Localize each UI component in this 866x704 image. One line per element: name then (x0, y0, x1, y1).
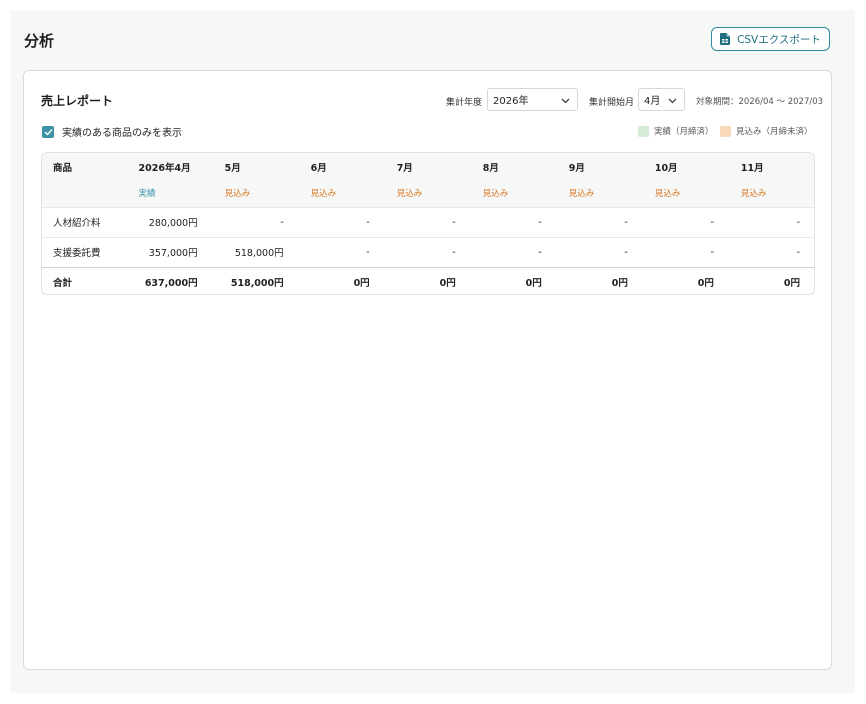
status-forecast: 見込み (310, 189, 337, 200)
total-value: 0円 (439, 278, 456, 290)
csv-export-label: CSVエクスポート (737, 33, 821, 46)
row-value: - (538, 216, 542, 228)
row-value: - (796, 216, 800, 228)
total-value: 0円 (783, 278, 800, 290)
row-product-name: 人材紹介料 (53, 218, 101, 229)
report-title: 売上レポート (41, 94, 114, 108)
header-month: 8月 (482, 162, 499, 174)
header-month: 2026年4月 (138, 162, 191, 174)
header-month: 6月 (310, 162, 327, 174)
status-forecast: 見込み (482, 189, 509, 200)
total-value: 518,000円 (230, 278, 284, 290)
header-month: 5月 (224, 162, 241, 174)
checkbox-checked-icon[interactable] (42, 125, 54, 138)
sales-table: 商品 2026年4月 5月 6月 7月 8月 9月 10月 11月 実績 見込み (41, 152, 815, 295)
legend-forecast: 見込み（月締未済） (720, 125, 813, 137)
period-text: 対象期間：2026/04 ～ 2027/03 (696, 97, 824, 107)
table-total-row: 合計 637,000円 518,000円 0円 0円 0円 0円 0円 0円 (42, 267, 814, 294)
legend-actual-swatch (638, 125, 649, 137)
status-forecast: 見込み (568, 189, 595, 200)
status-empty (42, 180, 128, 207)
row-value: 280,000円 (148, 218, 198, 229)
row-value: - (796, 246, 800, 258)
table-row: 支援委託費 357,000円 518,000円 - - - - - - (42, 237, 814, 267)
row-value: 357,000円 (148, 248, 198, 259)
row-value: - (452, 246, 456, 258)
start-month-label: 集計開始月 (589, 98, 635, 108)
fiscal-year-label: 集計年度 (446, 98, 483, 108)
row-value: 518,000円 (234, 248, 284, 259)
status-forecast: 見込み (396, 189, 423, 200)
row-value: - (538, 246, 542, 258)
row-value: - (624, 246, 628, 258)
file-spreadsheet-icon (720, 33, 731, 45)
total-value: 0円 (611, 278, 628, 290)
row-value: - (710, 246, 714, 258)
header-month: 11月 (740, 162, 764, 174)
row-value: - (366, 246, 370, 258)
total-value: 0円 (525, 278, 542, 290)
filter-label: 実績のある商品のみを表示 (62, 128, 182, 139)
row-value: - (624, 216, 628, 228)
table-row: 人材紹介料 280,000円 - - - - - - - (42, 207, 814, 237)
total-value: 0円 (353, 278, 370, 290)
legend-forecast-swatch (720, 125, 731, 137)
table-header-row: 商品 2026年4月 5月 6月 7月 8月 9月 10月 11月 (42, 153, 814, 180)
header-month: 9月 (568, 162, 585, 174)
fiscal-year-value: 2026年 (493, 96, 529, 107)
header-month: 7月 (396, 162, 413, 174)
legend-actual: 実績（月締済） (638, 125, 714, 137)
sales-report-card: 売上レポート 集計年度 2026年 集計開始月 4月 対象期間：2026/04 … (23, 70, 832, 670)
row-value: - (452, 216, 456, 228)
total-value: 637,000円 (144, 278, 198, 290)
table-status-row: 実績 見込み 見込み 見込み 見込み 見込み 見込み 見込み (42, 180, 814, 207)
chevron-down-icon (668, 96, 677, 107)
row-value: - (280, 216, 284, 228)
row-value: - (710, 216, 714, 228)
csv-export-button[interactable]: CSVエクスポート (711, 27, 830, 51)
status-forecast: 見込み (740, 189, 767, 200)
status-forecast: 見込み (224, 189, 251, 200)
chevron-down-icon (561, 96, 570, 107)
total-label: 合計 (53, 278, 73, 290)
header-product: 商品 (53, 162, 73, 174)
row-product-name: 支援委託費 (53, 248, 101, 259)
legend-actual-label: 実績（月締済） (654, 127, 714, 137)
row-value: - (366, 216, 370, 228)
filter-actual-only[interactable]: 実績のある商品のみを表示 (42, 124, 182, 139)
start-month-select[interactable]: 4月 (638, 88, 685, 111)
total-value: 0円 (697, 278, 714, 290)
header-month: 10月 (654, 162, 678, 174)
legend-forecast-label: 見込み（月締未済） (736, 127, 813, 137)
status-forecast: 見込み (654, 189, 681, 200)
analysis-page: 分析 CSVエクスポート 売上レポート 集計年度 2026年 集計開始月 4月 (10, 10, 855, 693)
status-actual: 実績 (138, 189, 156, 200)
page-title: 分析 (24, 32, 55, 50)
fiscal-year-select[interactable]: 2026年 (487, 88, 578, 111)
start-month-value: 4月 (644, 96, 661, 107)
